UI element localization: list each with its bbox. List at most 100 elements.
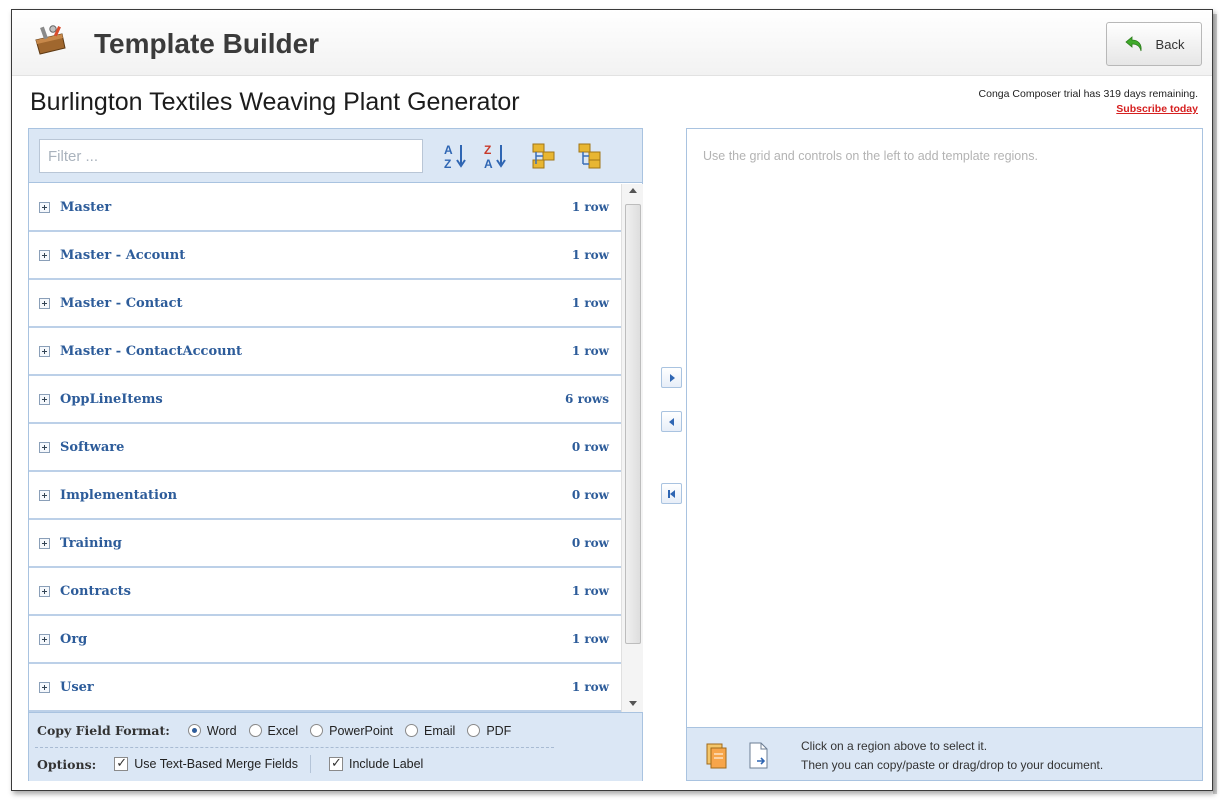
regions-toolbar: A Z Z A [29, 129, 642, 183]
expand-icon[interactable] [39, 489, 50, 501]
subscribe-link[interactable]: Subscribe today [979, 103, 1198, 115]
expand-icon[interactable] [39, 633, 50, 645]
region-name: OppLineItems [60, 391, 163, 407]
region-row[interactable]: Org 1 row [29, 616, 621, 664]
copy-format-row: Copy Field Format: Word Excel PowerPoint… [37, 723, 511, 738]
svg-text:Z: Z [444, 157, 451, 170]
radio-email[interactable] [405, 724, 419, 737]
include-label-label: Include Label [348, 757, 424, 771]
region-name: Master - Contact [60, 295, 183, 311]
back-arrow-icon [1124, 36, 1142, 52]
region-row-count: 1 row [571, 200, 609, 214]
svg-text:A: A [444, 143, 453, 157]
region-row[interactable]: Software 0 row [29, 424, 621, 472]
frame-shadow [1213, 14, 1217, 794]
arrow-left-icon [668, 417, 674, 426]
region-row[interactable]: Training 0 row [29, 520, 621, 568]
expand-icon[interactable] [39, 297, 50, 309]
radio-powerpoint-label: PowerPoint [329, 723, 394, 738]
region-name: Software [60, 439, 125, 455]
region-row[interactable]: OppLineItems 6 rows [29, 376, 621, 424]
region-row-count: 1 row [571, 680, 609, 694]
region-name: Org [60, 631, 88, 647]
expand-icon[interactable] [39, 393, 50, 405]
sort-ascending-icon[interactable]: A Z [441, 140, 471, 172]
region-row-count: 0 row [571, 488, 609, 502]
scroll-up-icon[interactable] [629, 188, 637, 193]
radio-pdf[interactable] [467, 724, 481, 737]
footer-line-2: Then you can copy/paste or drag/drop to … [801, 758, 1104, 772]
trial-message: Conga Composer trial has 319 days remain… [978, 88, 1198, 100]
scroll-down-icon[interactable] [629, 701, 637, 706]
radio-powerpoint[interactable] [310, 724, 324, 737]
region-row-count: 1 row [571, 344, 609, 358]
expand-icon[interactable] [39, 537, 50, 549]
toolbox-icon [35, 25, 66, 55]
radio-pdf-label: PDF [486, 723, 512, 738]
region-row[interactable]: Implementation 0 row [29, 472, 621, 520]
template-builder-window: Template Builder Back Burlington Textile… [11, 9, 1213, 791]
region-row[interactable]: Master 1 row [29, 184, 621, 232]
export-document-icon[interactable] [747, 741, 771, 771]
arrow-right-icon [669, 373, 675, 382]
template-footer: Click on a region above to select it. Th… [687, 727, 1202, 780]
back-button-label: Back [1155, 36, 1185, 52]
text-merge-fields-checkbox[interactable] [114, 755, 129, 771]
expand-icon[interactable] [39, 585, 50, 597]
region-row-count: 0 row [571, 440, 609, 454]
regions-scrollbar[interactable] [621, 184, 643, 712]
expand-icon[interactable] [39, 681, 50, 693]
region-name: Training [60, 535, 122, 551]
collapse-all-icon[interactable] [575, 140, 605, 172]
region-row[interactable]: Master - Account 1 row [29, 232, 621, 280]
region-row[interactable]: Contracts 1 row [29, 568, 621, 616]
radio-excel[interactable] [248, 724, 262, 737]
copy-document-icon[interactable] [705, 741, 729, 771]
expand-icon[interactable] [39, 201, 50, 213]
trial-notice: Conga Composer trial has 319 days remain… [979, 88, 1198, 115]
template-footer-text: Click on a region above to select it. Th… [801, 737, 1103, 775]
expand-icon[interactable] [39, 441, 50, 453]
region-name: Contracts [60, 583, 131, 599]
expand-icon[interactable] [39, 345, 50, 357]
template-regions-hint: Use the grid and controls on the left to… [703, 149, 1038, 163]
remove-region-button[interactable] [661, 411, 682, 432]
region-row-count: 1 row [571, 632, 609, 646]
region-row-count: 1 row [571, 248, 609, 262]
region-name: Master [60, 199, 112, 215]
region-name: Master - ContactAccount [60, 343, 243, 359]
sort-descending-icon[interactable]: Z A [481, 140, 511, 172]
region-row-count: 1 row [571, 584, 609, 598]
options-row: Options: Use Text-Based Merge Fields Inc… [37, 755, 423, 773]
region-row[interactable]: Master - Contact 1 row [29, 280, 621, 328]
header-bar: Template Builder Back [12, 10, 1212, 76]
region-name: Implementation [60, 487, 178, 503]
svg-text:A: A [484, 157, 493, 170]
copy-format-label: Copy Field Format: [37, 723, 170, 738]
scroll-thumb[interactable] [625, 204, 641, 644]
options-bar: Copy Field Format: Word Excel PowerPoint… [29, 712, 642, 781]
back-button[interactable]: Back [1106, 22, 1202, 66]
radio-email-label: Email [424, 723, 456, 738]
region-row-count: 6 rows [565, 392, 609, 406]
radio-word[interactable] [187, 724, 201, 737]
radio-excel-label: Excel [267, 723, 299, 738]
include-label-checkbox[interactable] [328, 755, 343, 771]
app-title: Template Builder [94, 28, 320, 59]
remove-all-regions-button[interactable] [661, 483, 682, 504]
expand-all-icon[interactable] [529, 140, 559, 172]
regions-list: Master 1 row Master - Account 1 row Master -… [29, 184, 621, 712]
radio-word-label: Word [206, 723, 237, 738]
filter-input[interactable] [39, 139, 423, 173]
options-divider [35, 747, 554, 748]
region-row[interactable]: Master - ContactAccount 1 row [29, 328, 621, 376]
document-title: Burlington Textiles Weaving Plant Genera… [30, 88, 520, 116]
region-row[interactable]: User 1 row [29, 664, 621, 712]
options-label: Options: [37, 756, 97, 772]
footer-line-1: Click on a region above to select it. [801, 739, 988, 753]
regions-panel: A Z Z A [28, 128, 643, 781]
text-merge-fields-label: Use Text-Based Merge Fields [134, 757, 298, 771]
region-row-count: 0 row [571, 536, 609, 550]
add-region-button[interactable] [661, 367, 682, 388]
expand-icon[interactable] [39, 249, 50, 261]
